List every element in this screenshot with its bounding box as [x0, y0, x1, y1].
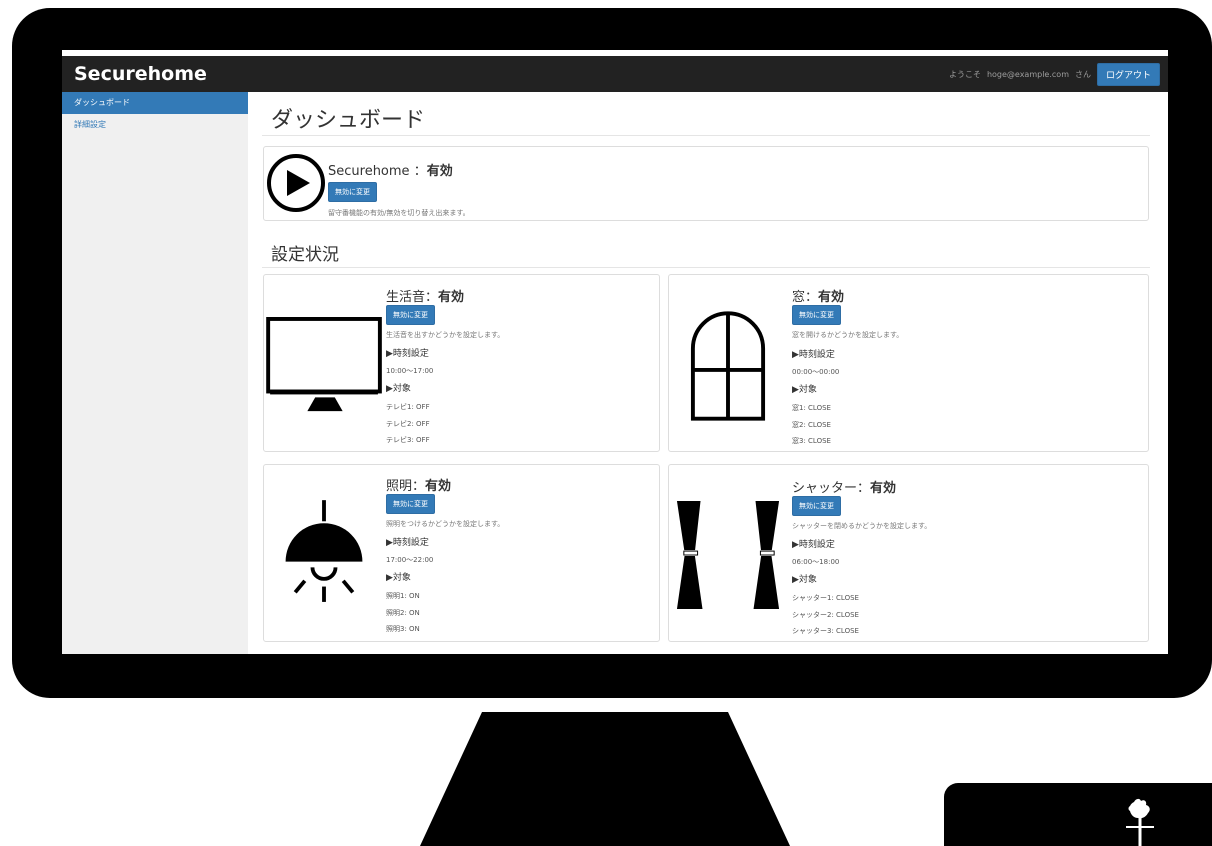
- navbar: Securehome ようこそ hoge@example.com さん ログアウ…: [62, 56, 1168, 92]
- setting-title: 窓：有効: [792, 290, 845, 305]
- setting-title: シャッター：有効: [792, 481, 897, 496]
- target-heading: ▶対象: [386, 384, 411, 394]
- securehome-description: 留守番機能の有効/無効を切り替え出来ます。: [328, 209, 470, 217]
- user-email: hoge@example.com: [986, 70, 1069, 79]
- setting-card-window: 窓：有効 無効に変更 窓を開けるかどうかを設定します。 ▶時刻設定 00:00〜…: [668, 274, 1149, 452]
- target-item: 照明1: ON: [386, 592, 420, 600]
- logout-button[interactable]: ログアウト: [1096, 63, 1160, 86]
- target-item: 窓1: CLOSE: [792, 404, 831, 412]
- target-item: テレビ1: OFF: [386, 403, 430, 411]
- honorific-text: さん: [1074, 70, 1091, 79]
- monitor-icon: [266, 317, 382, 412]
- section-title: 設定状況: [271, 245, 339, 265]
- setting-card-sound: 生活音：有効 無効に変更 生活音を出すかどうかを設定します。 ▶時刻設定 10:…: [263, 274, 660, 452]
- toggle-button[interactable]: 無効に変更: [792, 305, 841, 325]
- setting-description: シャッターを閉めるかどうかを設定します。: [792, 522, 932, 530]
- main-content: ダッシュボード Securehome ：有効 無効に変更 留守番機能の有効/無効…: [262, 92, 1162, 654]
- target-item: 窓3: CLOSE: [792, 437, 831, 445]
- setting-description: 生活音を出すかどうかを設定します。: [386, 331, 505, 339]
- rooster-weathervane-icon: [1126, 798, 1154, 846]
- time-value: 10:00〜17:00: [386, 367, 434, 375]
- window-icon: [690, 311, 766, 421]
- target-item: シャッター3: CLOSE: [792, 627, 859, 635]
- sidebar-item-detail-settings[interactable]: 詳細設定: [62, 114, 248, 136]
- target-item: 窓2: CLOSE: [792, 421, 831, 429]
- sidebar-item-dashboard[interactable]: ダッシュボード: [62, 92, 248, 114]
- target-item: シャッター2: CLOSE: [792, 611, 859, 619]
- time-value: 06:00〜18:00: [792, 558, 840, 566]
- toggle-button[interactable]: 無効に変更: [792, 496, 841, 516]
- time-heading: ▶時刻設定: [386, 349, 429, 359]
- setting-title: 生活音：有効: [386, 290, 465, 305]
- setting-title: 照明：有効: [386, 479, 452, 494]
- divider: [262, 135, 1150, 136]
- monitor-stand: [420, 712, 790, 846]
- target-item: 照明3: ON: [386, 625, 420, 633]
- sidebar: ダッシュボード 詳細設定: [62, 92, 248, 654]
- setting-description: 窓を開けるかどうかを設定します。: [792, 331, 904, 339]
- brand-logo[interactable]: Securehome: [74, 63, 207, 85]
- securehome-toggle-button[interactable]: 無効に変更: [328, 182, 377, 202]
- setting-description: 照明をつけるかどうかを設定します。: [386, 520, 505, 528]
- time-heading: ▶時刻設定: [792, 350, 835, 360]
- securehome-panel: Securehome ：有効 無効に変更 留守番機能の有効/無効を切り替え出来ま…: [263, 146, 1149, 221]
- setting-card-light: 照明：有効 無効に変更 照明をつけるかどうかを設定します。 ▶時刻設定 17:0…: [263, 464, 660, 642]
- user-area: ようこそ hoge@example.com さん ログアウト: [949, 63, 1160, 86]
- target-item: テレビ3: OFF: [386, 436, 430, 444]
- curtain-icon: [676, 501, 780, 610]
- app-screen: Securehome ようこそ hoge@example.com さん ログアウ…: [62, 50, 1168, 654]
- welcome-text: ようこそ: [948, 70, 981, 79]
- toggle-button[interactable]: 無効に変更: [386, 305, 435, 325]
- securehome-title: Securehome ：有効: [328, 164, 453, 179]
- target-heading: ▶対象: [792, 575, 817, 585]
- target-item: 照明2: ON: [386, 609, 420, 617]
- time-value: 17:00〜22:00: [386, 556, 434, 564]
- time-heading: ▶時刻設定: [792, 540, 835, 550]
- setting-card-shutter: シャッター：有効 無効に変更 シャッターを閉めるかどうかを設定します。 ▶時刻設…: [668, 464, 1149, 642]
- time-heading: ▶時刻設定: [386, 538, 429, 548]
- play-circle-icon[interactable]: [266, 153, 326, 213]
- target-heading: ▶対象: [386, 573, 411, 583]
- divider: [262, 267, 1150, 268]
- logo-panel: [944, 783, 1212, 846]
- page-title: ダッシュボード: [271, 108, 426, 133]
- target-heading: ▶対象: [792, 385, 817, 395]
- target-item: シャッター1: CLOSE: [792, 594, 859, 602]
- pendant-lamp-icon: [285, 500, 363, 602]
- toggle-button[interactable]: 無効に変更: [386, 494, 435, 514]
- time-value: 00:00〜00:00: [792, 368, 840, 376]
- target-item: テレビ2: OFF: [386, 420, 430, 428]
